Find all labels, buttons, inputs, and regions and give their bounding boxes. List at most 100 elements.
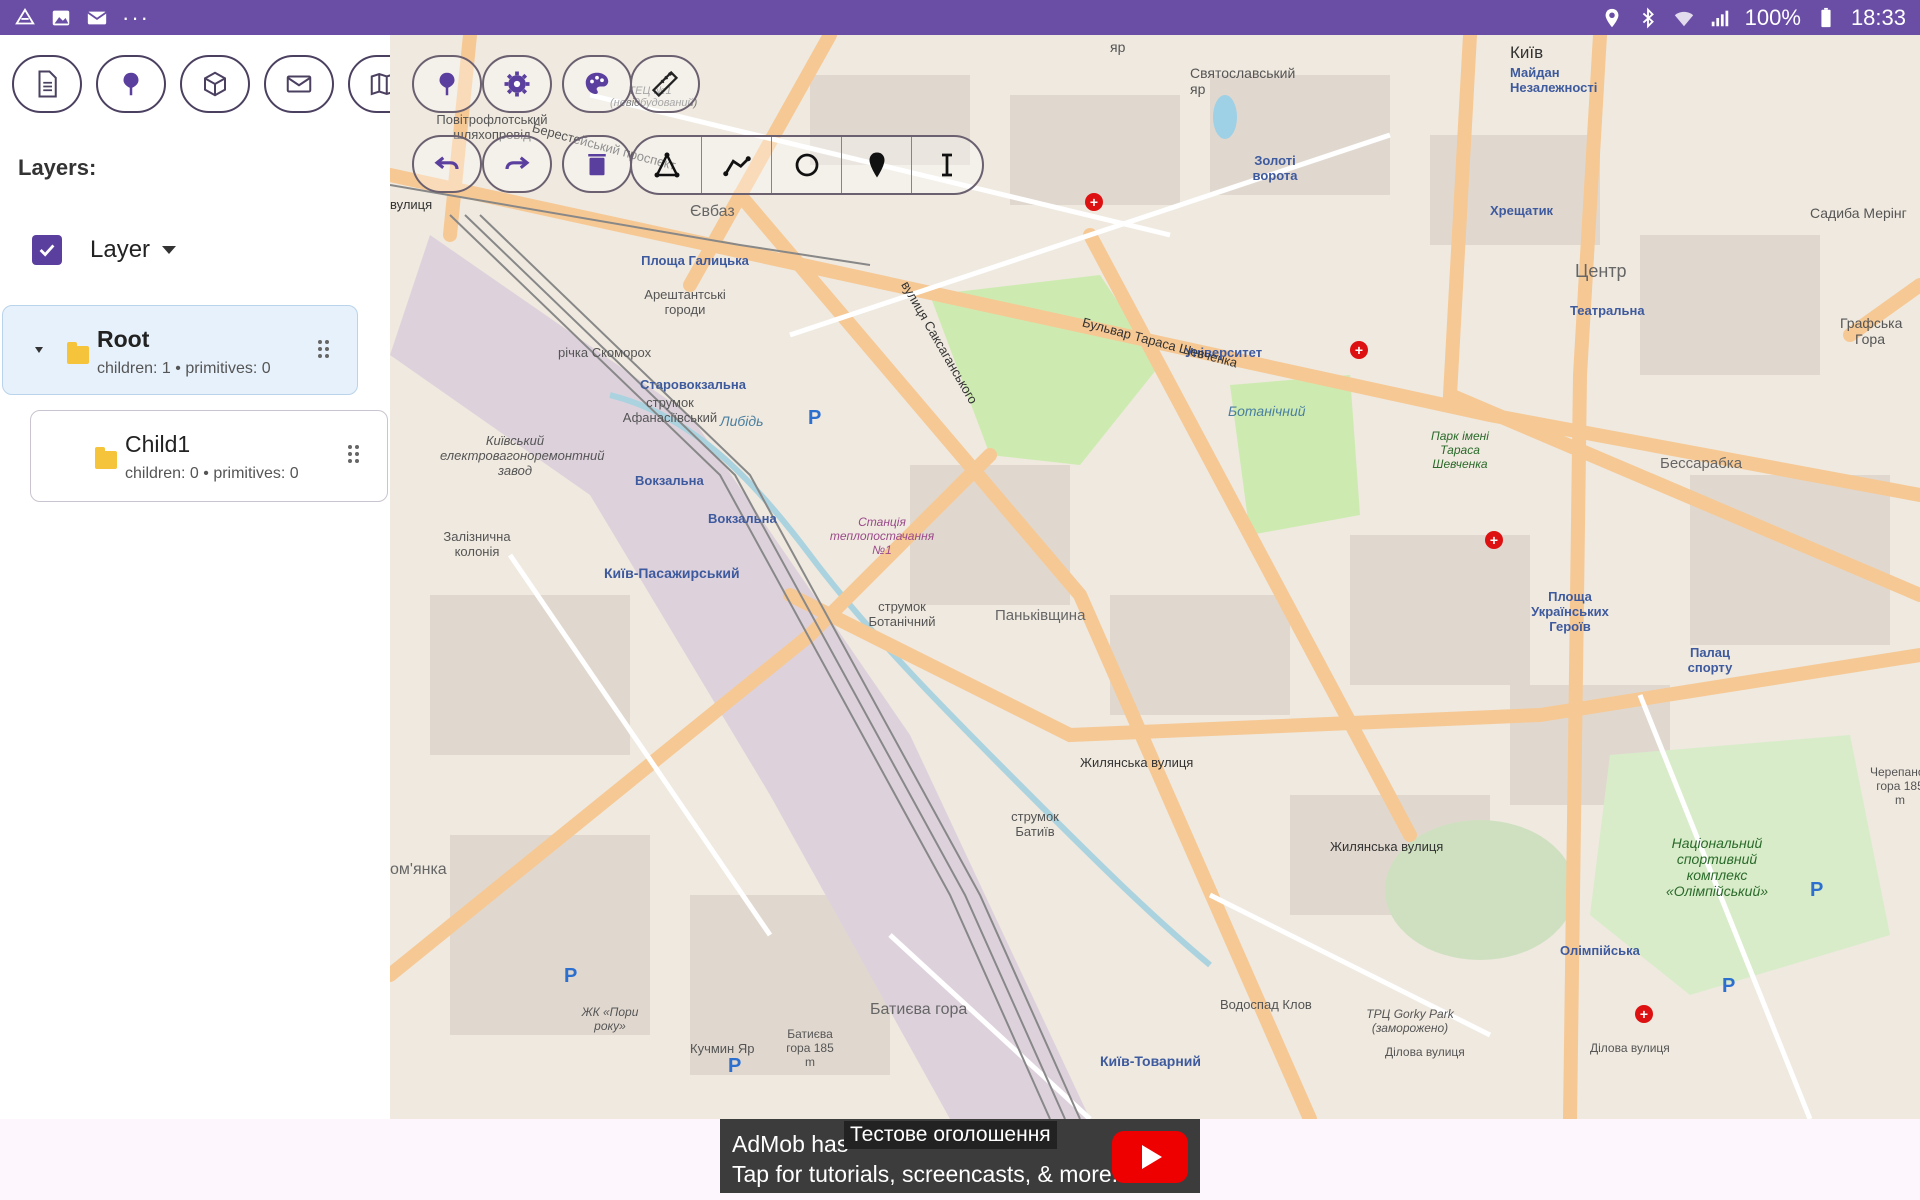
tree-node-name: Child1 bbox=[125, 431, 191, 457]
map-label: Жилянська вулиця bbox=[1080, 755, 1194, 770]
test-ad-label: Тестове оголошення bbox=[844, 1121, 1057, 1149]
map-label: Ділова вулиця bbox=[1385, 1045, 1465, 1059]
tree-node-name: Root bbox=[97, 326, 150, 352]
polygon-tool-button[interactable] bbox=[632, 137, 702, 193]
chevron-down-icon bbox=[162, 246, 177, 254]
polyline-tool-button[interactable] bbox=[702, 137, 772, 193]
hospital-icon: + bbox=[1485, 531, 1503, 549]
document-button[interactable] bbox=[12, 55, 82, 113]
map-label: вулиця bbox=[390, 197, 433, 212]
parking-icon: P bbox=[728, 1055, 742, 1077]
left-toolbar bbox=[12, 55, 390, 113]
map-label: Площа Галицька bbox=[641, 253, 749, 268]
layer-visible-checkbox[interactable] bbox=[32, 235, 62, 265]
clock: 18:33 bbox=[1850, 4, 1906, 30]
cube-button[interactable] bbox=[180, 55, 250, 113]
undo-button[interactable] bbox=[412, 135, 482, 193]
document-icon bbox=[38, 70, 57, 98]
ruler-button[interactable] bbox=[630, 55, 700, 113]
text-tool-button[interactable] bbox=[912, 137, 982, 193]
map-label: Старовокзальна bbox=[640, 377, 746, 392]
settings-button[interactable] bbox=[482, 55, 552, 113]
map-label: Євбаз bbox=[690, 203, 735, 220]
map-label: Паньківщина bbox=[995, 607, 1086, 624]
more-notifications-icon: ··· bbox=[122, 4, 150, 30]
tree-node-child[interactable]: Child1 children: 0 • primitives: 0 bbox=[30, 410, 388, 502]
map-label: Садиба Мерінг bbox=[1810, 205, 1907, 221]
map-icon bbox=[370, 72, 390, 96]
map-label: Палац спорту bbox=[1687, 645, 1733, 675]
drive-icon bbox=[14, 7, 36, 29]
layer-selector[interactable]: Layer bbox=[32, 235, 177, 265]
map-label: Театральна bbox=[1570, 303, 1645, 318]
layer-dropdown[interactable]: Layer bbox=[90, 236, 177, 264]
cube-icon bbox=[204, 71, 226, 97]
expand-triangle-icon[interactable] bbox=[35, 347, 43, 353]
map-label: Майдан Незалежності bbox=[1510, 65, 1598, 95]
ad-line-1: AdMob has bbox=[732, 1131, 849, 1157]
map-label: Жилянська вулиця bbox=[1330, 839, 1444, 854]
mail-button[interactable] bbox=[264, 55, 334, 113]
map-label: ом'янка bbox=[390, 861, 447, 878]
map-label: Графська Гора bbox=[1840, 315, 1903, 347]
status-bar: ··· 100% 18:33 bbox=[0, 0, 1920, 35]
undo-icon bbox=[434, 156, 459, 170]
envelope-icon bbox=[286, 75, 312, 93]
map-label: Святославський яр bbox=[1190, 65, 1296, 97]
map-label: Либідь bbox=[720, 413, 764, 429]
pin-icon bbox=[123, 72, 139, 96]
trash-icon bbox=[588, 154, 606, 176]
drag-handle-icon[interactable] bbox=[318, 340, 329, 358]
polygon-icon bbox=[654, 152, 679, 178]
battery-percent: 100% bbox=[1744, 4, 1801, 30]
polyline-icon bbox=[722, 156, 751, 177]
circle-tool-button[interactable] bbox=[772, 137, 842, 193]
drag-handle-icon[interactable] bbox=[348, 445, 359, 463]
map-label: Центр bbox=[1575, 261, 1627, 281]
text-cursor-icon bbox=[942, 153, 952, 177]
ad-banner[interactable]: AdMob has Tap for tutorials, screencasts… bbox=[720, 1119, 1200, 1193]
map-label: Водоспад Клов bbox=[1220, 997, 1312, 1012]
map-label: Ботанічний bbox=[1228, 403, 1306, 419]
image-icon bbox=[50, 7, 72, 29]
check-icon bbox=[39, 244, 55, 257]
delete-button[interactable] bbox=[562, 135, 632, 193]
map-label: Київ bbox=[1510, 43, 1544, 62]
marker-tool-button[interactable] bbox=[412, 55, 482, 113]
map-label: струмок Батиїв bbox=[1011, 809, 1059, 839]
map-label: Ділова вулиця bbox=[1590, 1041, 1670, 1055]
map-label: Батиєва гора 185 m bbox=[786, 1027, 834, 1069]
redo-button[interactable] bbox=[482, 135, 552, 193]
folder-icon bbox=[95, 447, 117, 469]
map-label: Арештантські городи bbox=[644, 287, 726, 317]
map-label: Черепанова гора 185 m bbox=[1870, 765, 1920, 807]
map-label: Площа Українських Героїв bbox=[1531, 589, 1609, 634]
tree-node-meta: children: 0 • primitives: 0 bbox=[125, 465, 299, 482]
layers-title: Layers: bbox=[18, 155, 97, 180]
draw-toolbar bbox=[630, 135, 984, 195]
youtube-play-icon[interactable] bbox=[1112, 1131, 1188, 1183]
parking-icon: P bbox=[1722, 975, 1736, 997]
map-label: струмок Афанасіївський bbox=[622, 395, 718, 425]
map-label: струмок Ботанічний bbox=[868, 599, 936, 629]
style-button[interactable] bbox=[562, 55, 632, 113]
map-view[interactable]: Київ Майдан Незалежності Золоті ворота Х… bbox=[390, 35, 1920, 1119]
layer-label: Layer bbox=[90, 236, 151, 263]
pin-button[interactable] bbox=[96, 55, 166, 113]
parking-icon: P bbox=[808, 407, 822, 429]
map-label: яр bbox=[1110, 39, 1126, 55]
tree-node-meta: children: 1 • primitives: 0 bbox=[97, 360, 271, 377]
map-label: Залізнична колонія bbox=[443, 529, 511, 559]
palette-icon bbox=[585, 72, 609, 94]
point-tool-button[interactable] bbox=[842, 137, 912, 193]
map-button[interactable] bbox=[348, 55, 390, 113]
map-label: Вокзальна bbox=[635, 473, 704, 488]
parking-icon: P bbox=[1810, 879, 1824, 901]
map-label: Золоті ворота bbox=[1252, 153, 1298, 183]
map-label: Київ-Пасажирський bbox=[604, 565, 740, 581]
redo-icon bbox=[505, 156, 530, 170]
tree-node-root[interactable]: Root children: 1 • primitives: 0 bbox=[2, 305, 358, 395]
map-label: Київ-Товарний bbox=[1100, 1053, 1202, 1069]
ad-line-2: Tap for tutorials, screencasts, & more. bbox=[732, 1161, 1119, 1187]
map-label: Вокзальна bbox=[708, 511, 777, 526]
